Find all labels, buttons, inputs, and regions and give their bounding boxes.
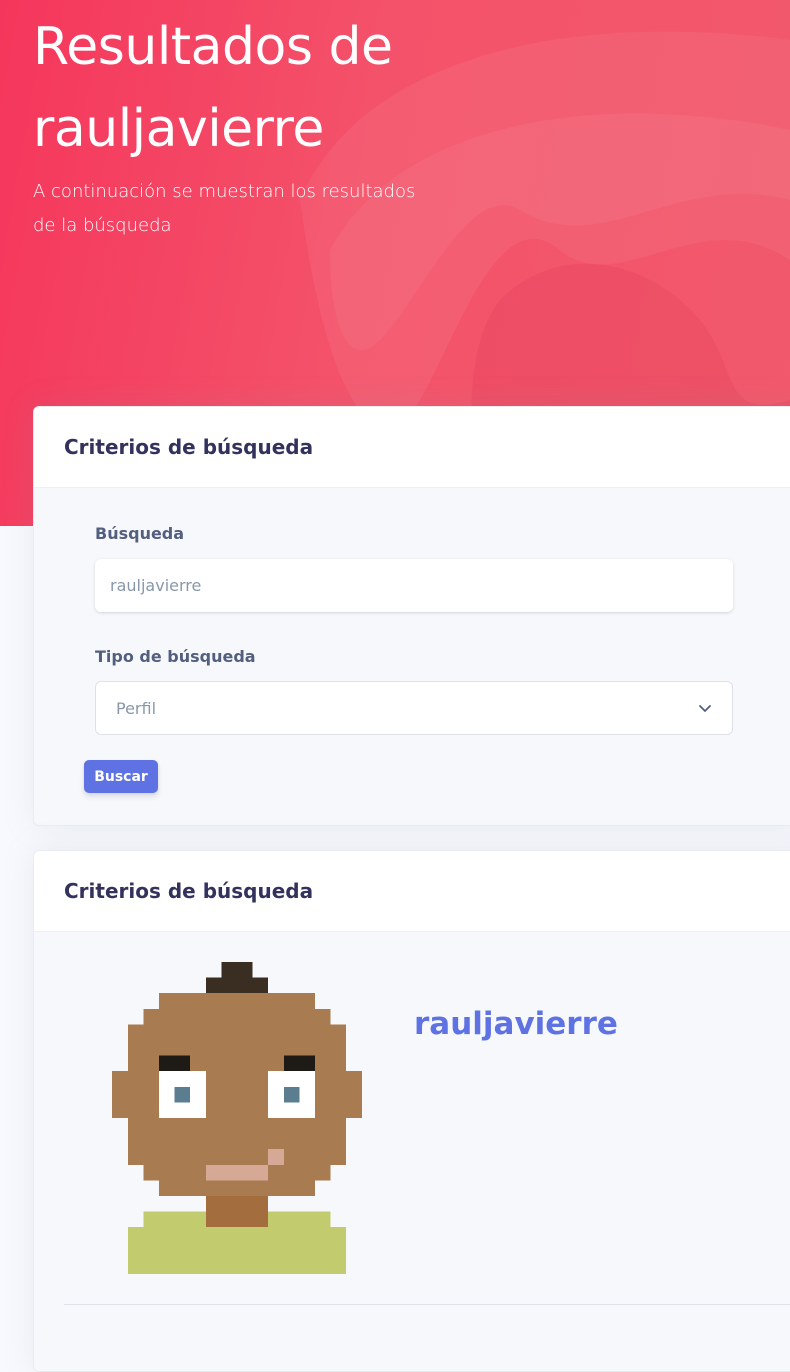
- card-body: rauljavierre: [34, 932, 790, 1371]
- divider: [64, 1304, 790, 1305]
- pixel-avatar-icon[interactable]: [112, 962, 362, 1274]
- search-input[interactable]: [95, 559, 733, 612]
- search-type-label: Tipo de búsqueda: [95, 647, 256, 666]
- results-card: Criterios de búsqueda rauljavierre: [33, 850, 790, 1372]
- card-header: Criterios de búsqueda: [34, 407, 790, 488]
- chevron-down-icon: [699, 705, 711, 712]
- search-type-value: Perfil: [116, 698, 157, 718]
- search-label: Búsqueda: [95, 524, 185, 543]
- card-title: Criterios de búsqueda: [64, 879, 314, 903]
- page-title: Resultados de rauljavierre: [33, 17, 393, 159]
- profile-username[interactable]: rauljavierre: [414, 1006, 618, 1042]
- search-criteria-card: Criterios de búsqueda Búsqueda Tipo de b…: [33, 406, 790, 826]
- card-header: Criterios de búsqueda: [34, 851, 790, 932]
- card-body: Búsqueda Tipo de búsqueda Perfil Buscar: [34, 488, 790, 825]
- page-subtitle: A continuación se muestran los resultado…: [33, 181, 416, 236]
- card-title: Criterios de búsqueda: [64, 435, 314, 459]
- search-type-select[interactable]: Perfil: [95, 681, 733, 735]
- search-button[interactable]: Buscar: [84, 760, 158, 793]
